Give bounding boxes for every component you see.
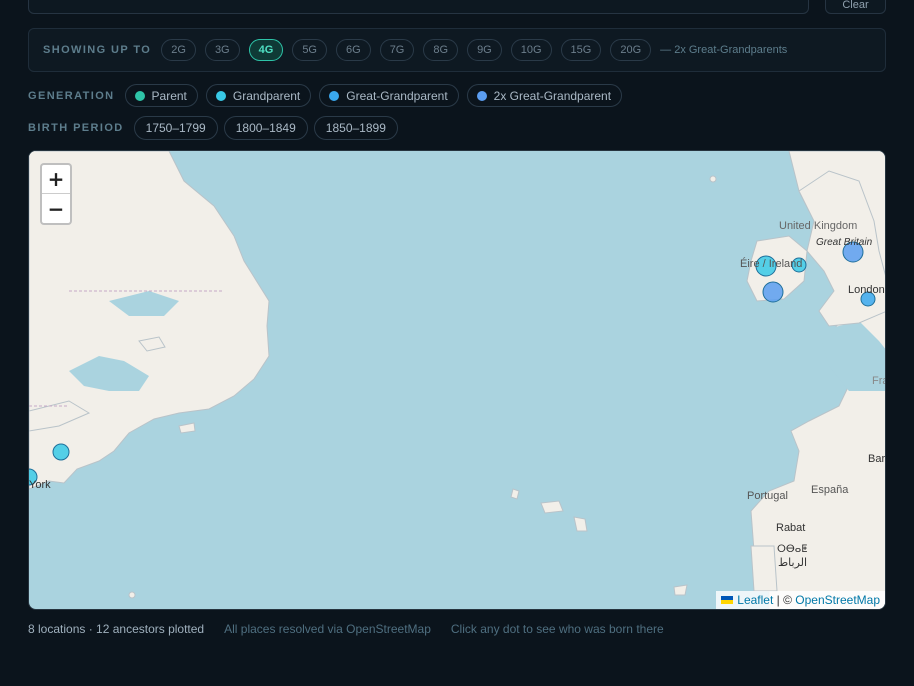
map-label-portugal: Portugal bbox=[747, 490, 788, 502]
map-label-ireland: Éire / Ireland bbox=[740, 258, 803, 270]
zoom-out-button[interactable]: − bbox=[42, 194, 70, 223]
map-label-barcelona: Bar bbox=[868, 453, 886, 465]
generation-legend: GENERATION Parent Grandparent Great-Grandp… bbox=[28, 84, 630, 107]
map-label-rabat-tifinagh: ⵔⴱⴰⵟ bbox=[777, 544, 808, 555]
map-label-york: York bbox=[29, 479, 51, 491]
generation-depth-note: — 2x Great-Grandparents bbox=[660, 44, 788, 56]
legend-item[interactable]: Parent bbox=[124, 84, 198, 107]
zoom-control: + − bbox=[40, 163, 72, 225]
search-input[interactable] bbox=[28, 0, 809, 14]
generation-option-9g[interactable]: 9G bbox=[467, 39, 502, 61]
birth-period-filter: BIRTH PERIOD 1750–1799 1800–1849 1850–1899 bbox=[28, 116, 404, 140]
generation-depth-panel: SHOWING UP TO 2G 3G 4G 5G 6G 7G 8G 9G 10G 15G 20G … bbox=[28, 28, 886, 72]
map-label-london: London bbox=[848, 284, 885, 296]
legend-dot-icon bbox=[476, 90, 487, 101]
map-label-uk: United Kingdom bbox=[779, 220, 858, 232]
zoom-in-button[interactable]: + bbox=[42, 165, 70, 194]
legend-item[interactable]: 2x Great-Grandparent bbox=[466, 84, 623, 107]
birth-period-label: BIRTH PERIOD bbox=[28, 122, 124, 134]
footer-resolved: All places resolved via OpenStreetMap bbox=[224, 622, 431, 636]
legend-item-label: Grandparent bbox=[232, 88, 301, 103]
map-attribution: Leaflet | © OpenStreetMap bbox=[716, 591, 885, 609]
map-label-espana: España bbox=[811, 484, 849, 496]
leaflet-link[interactable]: Leaflet bbox=[737, 593, 773, 607]
footer-hint: Click any dot to see who was born there bbox=[450, 622, 664, 636]
map-footer: 8 locations · 12 ancestors plotted All p… bbox=[28, 622, 684, 636]
map-label-gb: Great Britain bbox=[816, 237, 873, 248]
generation-option-20g[interactable]: 20G bbox=[610, 39, 652, 61]
ancestor-map[interactable]: United Kingdom Great Britain Éire / Irel… bbox=[28, 150, 886, 610]
map-pin[interactable] bbox=[52, 443, 70, 461]
generation-option-8g[interactable]: 8G bbox=[423, 39, 459, 61]
map-tiles[interactable] bbox=[29, 151, 886, 610]
legend-item[interactable]: Grandparent bbox=[205, 84, 312, 107]
legend-item-label: 2x Great-Grandparent bbox=[493, 88, 612, 103]
generation-option-2g[interactable]: 2G bbox=[161, 39, 196, 61]
map-label-rabat-arabic: الرباط bbox=[778, 557, 808, 569]
footer-stats: 8 locations · 12 ancestors plotted bbox=[28, 622, 205, 636]
legend-dot-icon bbox=[134, 90, 145, 101]
birth-period-option[interactable]: 1750–1799 bbox=[133, 116, 218, 140]
generation-option-10g[interactable]: 10G bbox=[510, 39, 552, 61]
legend-item[interactable]: Great-Grandparent bbox=[319, 84, 459, 107]
generation-option-4g[interactable]: 4G bbox=[248, 39, 284, 61]
attribution-separator: | © bbox=[773, 593, 796, 607]
map-label-france: Fra bbox=[872, 375, 885, 387]
legend-dot-icon bbox=[215, 90, 226, 101]
generation-option-7g[interactable]: 7G bbox=[379, 39, 415, 61]
generation-option-5g[interactable]: 5G bbox=[292, 39, 327, 61]
generation-option-3g[interactable]: 3G bbox=[204, 39, 240, 61]
clear-button[interactable]: Clear bbox=[825, 0, 886, 14]
map-pin[interactable] bbox=[762, 281, 784, 303]
generation-option-15g[interactable]: 15G bbox=[560, 39, 602, 61]
legend-dot-icon bbox=[329, 90, 340, 101]
birth-period-option[interactable]: 1800–1849 bbox=[223, 116, 308, 140]
legend-item-label: Great-Grandparent bbox=[346, 88, 448, 103]
generation-option-6g[interactable]: 6G bbox=[336, 39, 371, 61]
legend-item-label: Parent bbox=[151, 88, 187, 103]
generation-legend-label: GENERATION bbox=[28, 89, 115, 102]
ukraine-flag-icon bbox=[721, 596, 734, 604]
generation-depth-label: SHOWING UP TO bbox=[43, 44, 152, 56]
osm-link[interactable]: OpenStreetMap bbox=[795, 593, 880, 607]
map-label-rabat: Rabat bbox=[776, 522, 806, 534]
birth-period-option[interactable]: 1850–1899 bbox=[313, 116, 398, 140]
